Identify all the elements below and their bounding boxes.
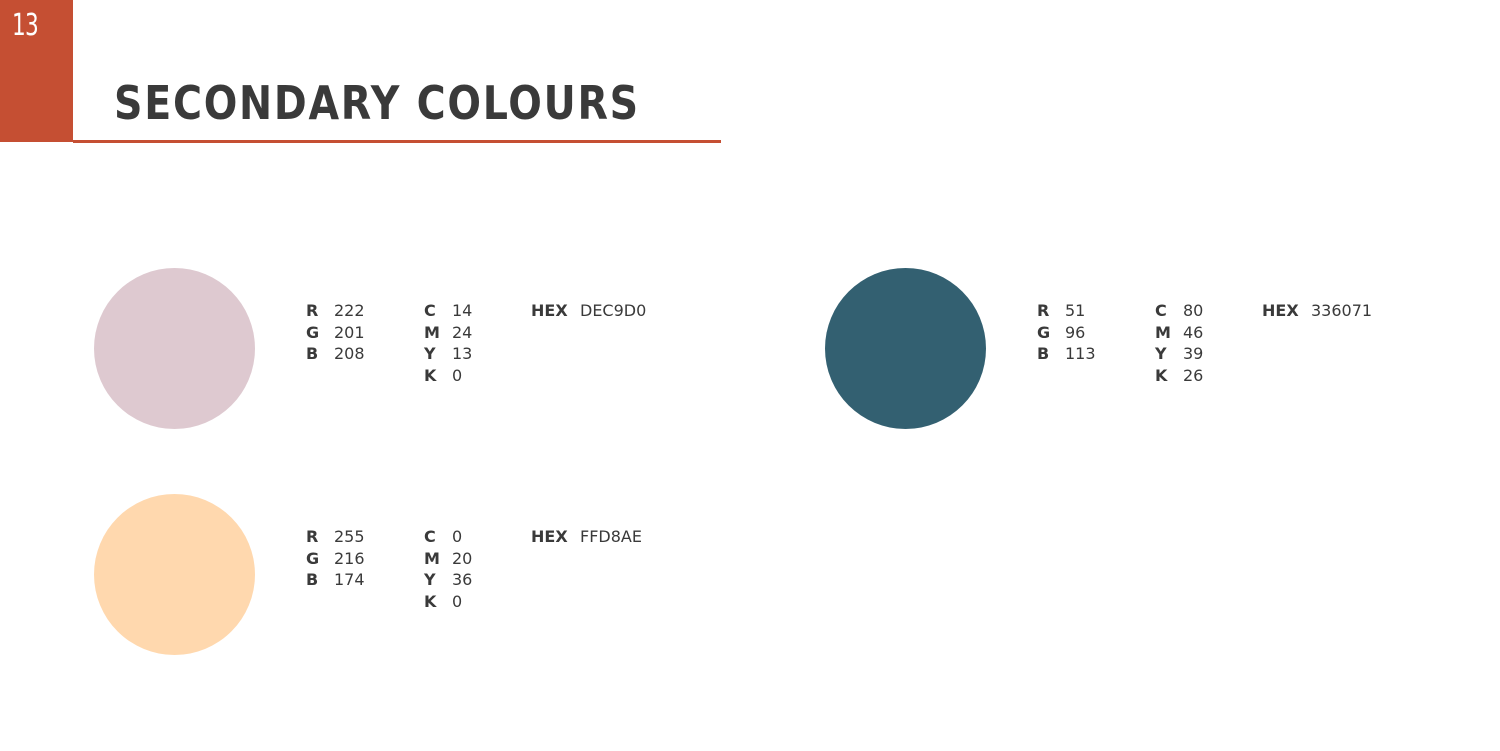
rgb-label: B [306,344,319,363]
cmyk-label: Y [424,570,436,589]
rgb-value: 222 [334,301,365,320]
rgb-value: 255 [334,527,365,546]
cmyk-label: M [424,322,440,342]
cmyk-value: 80 [1183,301,1204,320]
hex-value: HEX FFD8AE [531,526,642,548]
hex-code: FFD8AE [580,527,642,546]
page-number: 13 [12,8,39,43]
rgb-label: G [306,548,320,568]
cmyk-label: C [424,301,436,320]
page-title: SECONDARY COLOURS [114,76,640,130]
rgb-value: 201 [334,322,365,342]
rgb-value: 174 [334,570,365,589]
cmyk-value: 39 [1183,344,1204,363]
cmyk-label: K [424,365,437,385]
cmyk-values: C0 M 20 Y 36 K0 [424,526,472,612]
rgb-value: 216 [334,548,365,568]
rgb-value: 208 [334,344,365,363]
rgb-label: G [306,322,320,342]
rgb-values: R 51 G 96 B 113 [1037,300,1096,365]
rgb-value: 113 [1065,344,1096,363]
cmyk-label: C [424,527,436,546]
rgb-values: R 255 G 216 B 174 [306,526,365,591]
page-number-tab: 13 [0,0,73,142]
cmyk-value: 0 [452,527,463,546]
rgb-label: B [1037,344,1050,363]
cmyk-value: 14 [452,301,473,320]
hex-label: HEX [1262,301,1299,320]
colour-swatch-circle [825,268,986,429]
cmyk-label: M [424,548,440,568]
cmyk-value: 24 [452,322,473,342]
rgb-value: 51 [1065,301,1086,320]
hex-label: HEX [531,301,568,320]
hex-value: HEX 336071 [1262,300,1372,322]
cmyk-value: 46 [1183,322,1204,342]
rgb-label: R [306,527,319,546]
cmyk-value: 0 [452,365,463,385]
cmyk-label: C [1155,301,1167,320]
hex-label: HEX [531,527,568,546]
cmyk-label: M [1155,322,1171,342]
cmyk-label: K [1155,365,1168,385]
hex-code: 336071 [1311,301,1373,320]
rgb-label: B [306,570,319,589]
rgb-label: G [1037,322,1051,342]
cmyk-label: Y [424,344,436,363]
colour-swatch-circle [94,494,255,655]
cmyk-values: C 80 M 46 Y 39 K 26 [1155,300,1203,386]
rgb-values: R 222 G 201 B 208 [306,300,365,365]
cmyk-value: 0 [452,591,463,611]
rgb-label: R [306,301,319,320]
colour-swatch-circle [94,268,255,429]
hex-value: HEX DEC9D0 [531,300,646,322]
cmyk-label: K [424,591,437,611]
rgb-label: R [1037,301,1050,320]
cmyk-value: 26 [1183,365,1204,385]
rgb-value: 96 [1065,322,1086,342]
cmyk-value: 13 [452,344,473,363]
cmyk-value: 20 [452,548,473,568]
cmyk-value: 36 [452,570,473,589]
cmyk-values: C 14 M 24 Y 13 K0 [424,300,472,386]
title-underline [73,140,721,143]
cmyk-label: Y [1155,344,1167,363]
hex-code: DEC9D0 [580,301,647,320]
